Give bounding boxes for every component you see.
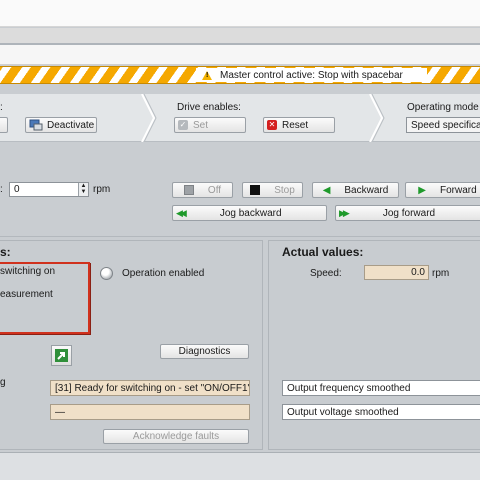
reset-label: Reset	[282, 119, 309, 131]
menu-strip	[0, 28, 480, 43]
jog-forward-label: Jog forward	[382, 207, 436, 219]
acknowledge-faults-button[interactable]: Acknowledge faults	[103, 429, 249, 444]
section-divider	[0, 236, 480, 237]
operating-mode-value: Speed specifica	[411, 119, 480, 131]
off-button[interactable]: Off	[172, 182, 233, 198]
goto-parameter-button[interactable]	[51, 345, 72, 366]
stop-icon	[250, 185, 261, 195]
reset-button[interactable]: ✕ Reset	[263, 117, 335, 133]
jog-backward-button[interactable]: ◀◀ Jog backward	[172, 205, 327, 221]
check-icon: ✓	[178, 120, 188, 130]
stop-button[interactable]: Stop	[242, 182, 303, 198]
diagnostics-label: Diagnostics	[178, 346, 231, 357]
setpoint-unit: rpm	[93, 184, 111, 195]
speed-actual-unit: rpm	[432, 268, 450, 279]
operation-enabled-indicator	[100, 267, 113, 280]
actual-value-select-1-value: Output frequency smoothed	[287, 382, 411, 394]
jog-forward-icon: ▶▶	[339, 207, 350, 218]
backward-label: Backward	[344, 184, 389, 196]
deactivate-label: Deactivate	[47, 119, 95, 131]
operating-mode-select[interactable]: Speed specifica	[406, 117, 480, 133]
speed-actual-value: 0.0	[411, 267, 425, 278]
toolbar-left-label: :	[0, 102, 3, 113]
jog-forward-button[interactable]: ▶▶ Jog forward	[335, 205, 480, 221]
setpoint-spinner[interactable]: ▲ ▼	[78, 183, 88, 196]
actual-value-select-2[interactable]: Output voltage smoothed	[282, 404, 480, 420]
set-button[interactable]: ✓ Set	[174, 117, 246, 133]
play-forward-icon: ▶	[418, 184, 426, 196]
stop-label: Stop	[274, 184, 295, 196]
forward-label: Forward	[440, 184, 477, 196]
actual-values-title: Actual values:	[282, 245, 364, 259]
speed-label: Speed:	[310, 268, 342, 279]
play-backward-icon: ◀	[322, 184, 331, 196]
spin-down-icon: ▼	[80, 189, 87, 195]
banner-message: Master control active: Stop with spaceba…	[220, 69, 403, 81]
activate-button[interactable]	[0, 117, 8, 133]
actual-value-select-1[interactable]: Output frequency smoothed	[282, 380, 480, 396]
actual-value-select-2-value: Output voltage smoothed	[287, 406, 399, 418]
bottom-bar	[0, 452, 480, 480]
title-area	[0, 0, 480, 27]
status-row-label: g	[0, 377, 6, 388]
banner-message-box: ! Master control active: Stop with space…	[196, 68, 427, 82]
off-label: Off	[207, 184, 222, 196]
toolbar-separator-2	[369, 94, 385, 142]
jog-backward-label: Jog backward	[219, 207, 282, 219]
operation-enabled-label: Operation enabled	[122, 268, 205, 279]
status-item-measurement: easurement	[0, 289, 53, 300]
fault-value: —	[55, 406, 65, 418]
diagnostics-button[interactable]: Diagnostics	[160, 344, 249, 359]
status-message: [31] Ready for switching on - set "ON/OF…	[55, 382, 250, 394]
speed-setpoint-input[interactable]: 0	[9, 182, 89, 197]
speed-actual-field: 0.0	[364, 265, 429, 280]
arrow-up-right-icon	[55, 349, 68, 362]
toolbar-separator	[141, 94, 157, 142]
setpoint-label: :	[0, 184, 3, 195]
deactivate-icon	[29, 119, 43, 131]
status-item-switching-on: switching on	[0, 266, 56, 277]
acknowledge-label: Acknowledge faults	[132, 431, 220, 442]
jog-backward-icon: ◀◀	[176, 207, 187, 218]
drive-enables-label: Drive enables:	[177, 102, 241, 113]
forward-button[interactable]: ▶ Forward	[405, 182, 480, 198]
status-group-title: s:	[0, 245, 11, 259]
status-message-field: [31] Ready for switching on - set "ON/OF…	[50, 380, 250, 396]
warning-icon: !	[202, 70, 212, 80]
speed-setpoint-value: 0	[14, 184, 20, 195]
backward-button[interactable]: ◀ Backward	[312, 182, 399, 198]
reset-icon: ✕	[267, 120, 277, 130]
deactivate-button[interactable]: Deactivate	[25, 117, 97, 133]
set-label: Set	[193, 119, 209, 131]
operating-mode-label: Operating mode	[407, 102, 479, 113]
tab-strip	[0, 45, 480, 65]
fault-field: —	[50, 404, 250, 420]
off-icon	[183, 185, 194, 195]
